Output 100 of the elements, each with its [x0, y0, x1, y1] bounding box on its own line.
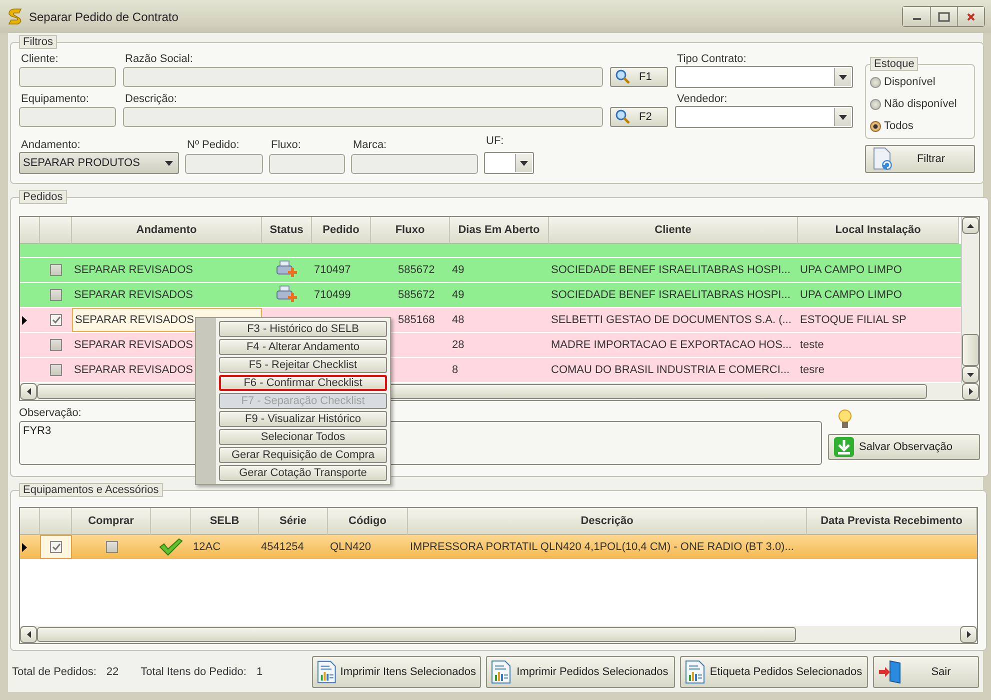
arrow-right-icon	[968, 388, 972, 395]
column-header[interactable]: Local Instalação	[798, 217, 959, 244]
arrow-up-icon	[967, 224, 974, 228]
arrow-left-icon	[26, 388, 30, 395]
pedido-field[interactable]	[185, 154, 263, 174]
checkbox[interactable]	[50, 339, 62, 351]
table-row[interactable]: SEPARAR REVISADOS 710497 585672 49 SOCIEDADE BENEF ISRAELITABRAS HOSPI... UPA CAMPO LIMPO	[20, 258, 961, 283]
header-cell	[20, 217, 40, 244]
field-label: Fluxo:	[271, 139, 302, 151]
column-header[interactable]: Fluxo	[371, 217, 450, 244]
field-label: Marca:	[353, 139, 388, 151]
save-observation-button[interactable]: Salvar Observação	[828, 434, 980, 460]
cliente-field[interactable]	[19, 67, 116, 87]
checkbox[interactable]	[50, 541, 62, 553]
column-header[interactable]: Série	[259, 508, 328, 535]
footer-button[interactable]: Sair	[873, 656, 979, 688]
header-cell	[20, 508, 40, 535]
total-value: 1	[256, 666, 263, 678]
close-button[interactable]	[957, 7, 984, 26]
field-label: Descrição:	[124, 93, 178, 105]
field-label: Razão Social:	[124, 53, 194, 65]
total-label: Total Itens do Pedido:	[140, 666, 246, 678]
column-header[interactable]: Andamento	[72, 217, 262, 244]
field-label: Andamento:	[20, 139, 82, 151]
menu-item[interactable]: F4 - Alterar Andamento	[219, 339, 387, 355]
minimize-button[interactable]	[903, 7, 930, 26]
column-header[interactable]: Pedido	[312, 217, 371, 244]
table-cell: SEPARAR REVISADOS	[74, 339, 193, 351]
window-title: Separar Pedido de Contrato	[29, 10, 178, 24]
andamento-dropdown[interactable]: SEPARAR PRODUTOS	[19, 152, 179, 174]
vendedor-dropdown[interactable]	[675, 106, 853, 128]
filter-button[interactable]: Filtrar	[865, 145, 975, 173]
column-header[interactable]: Descrição	[408, 508, 807, 535]
lightbulb-icon	[838, 409, 852, 431]
table-cell: tesre	[800, 364, 824, 376]
search-button[interactable]: F1	[610, 67, 668, 87]
uf-dropdown[interactable]	[484, 152, 534, 174]
menu-item[interactable]: Gerar Requisição de Compra	[219, 447, 387, 463]
fluxo-field[interactable]	[269, 154, 345, 174]
field-label: Observação:	[19, 407, 82, 419]
menu-item[interactable]: F6 - Confirmar Checklist	[219, 375, 387, 391]
table-cell: 12AC	[193, 541, 221, 553]
table-cell: teste	[800, 339, 824, 351]
report-icon	[491, 660, 511, 684]
checkbox[interactable]	[50, 289, 62, 301]
total-label: Total de Pedidos:	[12, 666, 96, 678]
search-icon	[615, 109, 631, 125]
menu-item[interactable]: F5 - Rejeitar Checklist	[219, 357, 387, 373]
table-cell: SOCIEDADE BENEF ISRAELITABRAS HOSPI...	[551, 289, 790, 301]
field-value: FYR3	[23, 425, 52, 437]
scroll-thumb[interactable]	[962, 334, 979, 366]
menu-item[interactable]: Selecionar Todos	[219, 429, 387, 445]
document-refresh-icon	[872, 147, 894, 171]
group-title: Estoque	[870, 57, 918, 71]
column-header[interactable]: Data Prevista Recebimento	[807, 508, 977, 535]
field-label: UF:	[486, 135, 505, 147]
column-header[interactable]: Status	[262, 217, 312, 244]
table-row[interactable]: 12AC 4541254 QLN420 IMPRESSORA PORTATIL QLN420 4,1POL(10,4 CM) - ONE RADIO (BT 3.0)...	[20, 535, 977, 560]
menu-item[interactable]: F9 - Visualizar Histórico	[219, 411, 387, 427]
checkbox[interactable]	[106, 541, 118, 553]
radio-option[interactable]: Todos	[870, 115, 970, 137]
menu-item[interactable]: Gerar Cotação Transporte	[219, 465, 387, 481]
table-cell: SEPARAR REVISADOS	[75, 314, 194, 326]
radio-option[interactable]: Disponível	[870, 71, 970, 93]
column-header[interactable]: SELB	[191, 508, 259, 535]
menu-item[interactable]: F3 - Histórico do SELB	[219, 321, 387, 337]
footer-button[interactable]: Imprimir Pedidos Selecionados	[486, 656, 675, 688]
download-icon	[833, 436, 855, 458]
checkbox[interactable]	[50, 264, 62, 276]
field-label: Nº Pedido:	[187, 139, 240, 151]
column-header[interactable]: Código	[328, 508, 408, 535]
search-button[interactable]: F2	[610, 107, 668, 127]
descricao-field[interactable]	[123, 107, 603, 127]
column-header[interactable]: Cliente	[549, 217, 798, 244]
column-header[interactable]: Dias Em Aberto	[450, 217, 549, 244]
footer-button[interactable]: Imprimir Itens Selecionados	[312, 656, 481, 688]
table-cell: 48	[452, 314, 464, 326]
maximize-button[interactable]	[930, 7, 957, 26]
equipamento-field[interactable]	[19, 107, 116, 127]
tipo-contrato-dropdown[interactable]	[675, 66, 853, 88]
field-label: Equipamento:	[20, 93, 90, 105]
table-cell: SOCIEDADE BENEF ISRAELITABRAS HOSPI...	[551, 264, 790, 276]
vertical-scrollbar[interactable]	[961, 217, 979, 383]
footer-button[interactable]: Etiqueta Pedidos Selecionados	[680, 656, 868, 688]
table-cell: 710499	[314, 289, 351, 301]
table-row[interactable]: SEPARAR REVISADOS 710499 585672 49 SOCIEDADE BENEF ISRAELITABRAS HOSPI... UPA CAMPO LIMPO	[20, 283, 961, 308]
caret-icon	[839, 114, 847, 120]
checkbox[interactable]	[50, 314, 62, 326]
arrow-down-icon	[967, 372, 974, 376]
razao-social-field[interactable]	[123, 67, 603, 87]
radio-option[interactable]: Não disponível	[870, 93, 970, 115]
caret-icon	[520, 160, 528, 166]
header-cell	[151, 508, 191, 535]
field-label: Cliente:	[20, 53, 60, 65]
marca-field[interactable]	[351, 154, 478, 174]
table-cell: UPA CAMPO LIMPO	[800, 264, 902, 276]
column-header[interactable]: Comprar	[72, 508, 151, 535]
horizontal-scrollbar[interactable]	[20, 626, 977, 643]
checkbox[interactable]	[50, 364, 62, 376]
table-cell: SEPARAR REVISADOS	[74, 264, 193, 276]
